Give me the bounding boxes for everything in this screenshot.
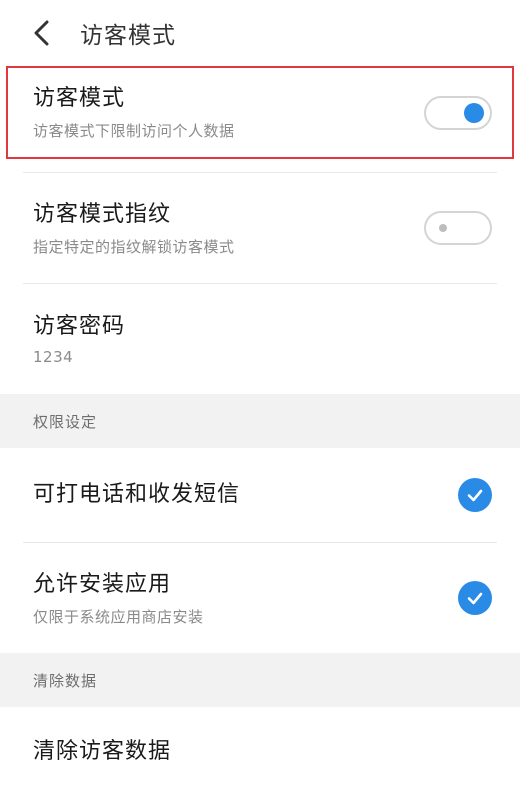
section-header-permissions: 权限设定 <box>0 394 520 448</box>
guest-fingerprint-toggle[interactable] <box>424 211 492 245</box>
guest-password-title: 访客密码 <box>33 314 126 339</box>
permission-calls-sms-row[interactable]: 可打电话和收发短信 <box>0 448 520 542</box>
guest-password-row[interactable]: 访客密码 1234 <box>0 284 520 394</box>
permission-calls-sms-title: 可打电话和收发短信 <box>33 482 241 507</box>
clear-guest-data-row[interactable]: 清除访客数据 <box>0 707 520 797</box>
checkmark-icon <box>467 592 483 605</box>
top-bar: 访客模式 <box>0 0 520 66</box>
guest-mode-row[interactable]: 访客模式 访客模式下限制访问个人数据 <box>6 66 514 159</box>
page-title: 访客模式 <box>80 23 176 49</box>
clear-guest-data-text: 清除访客数据 <box>33 737 171 767</box>
guest-fingerprint-title: 访客模式指纹 <box>33 201 172 227</box>
guest-mode-settings-screen: 访客模式 访客模式 访客模式下限制访问个人数据 访客模式指纹 指定特定的指纹解锁… <box>0 0 520 797</box>
clear-guest-data-title: 清除访客数据 <box>33 739 172 764</box>
permission-install-apps-row[interactable]: 允许安装应用 仅限于系统应用商店安装 <box>0 543 520 653</box>
permission-install-apps-text: 允许安装应用 仅限于系统应用商店安装 <box>33 570 204 627</box>
permission-install-apps-title: 允许安装应用 <box>33 571 172 597</box>
guest-fingerprint-subtitle: 指定特定的指纹解锁访客模式 <box>33 237 235 256</box>
guest-password-text: 访客密码 1234 <box>33 312 125 366</box>
toggle-knob <box>464 102 484 123</box>
permission-install-apps-subtitle: 仅限于系统应用商店安装 <box>33 607 204 626</box>
permission-calls-sms-checkbox[interactable] <box>458 478 492 512</box>
guest-mode-toggle[interactable] <box>424 95 492 130</box>
back-button[interactable] <box>22 13 62 53</box>
section-header-clear-data: 清除数据 <box>0 653 520 707</box>
guest-mode-text: 访客模式 访客模式下限制访问个人数据 <box>33 84 235 141</box>
chevron-left-icon <box>34 20 49 46</box>
guest-fingerprint-text: 访客模式指纹 指定特定的指纹解锁访客模式 <box>33 200 235 257</box>
guest-mode-title: 访客模式 <box>33 86 126 111</box>
guest-mode-subtitle: 访客模式下限制访问个人数据 <box>33 122 235 140</box>
guest-password-value: 1234 <box>33 348 74 366</box>
guest-fingerprint-row[interactable]: 访客模式指纹 指定特定的指纹解锁访客模式 <box>0 173 520 283</box>
permission-install-apps-checkbox[interactable] <box>458 581 492 615</box>
toggle-knob <box>439 224 447 232</box>
permission-calls-sms-text: 可打电话和收发短信 <box>33 480 240 510</box>
checkmark-icon <box>467 489 483 502</box>
